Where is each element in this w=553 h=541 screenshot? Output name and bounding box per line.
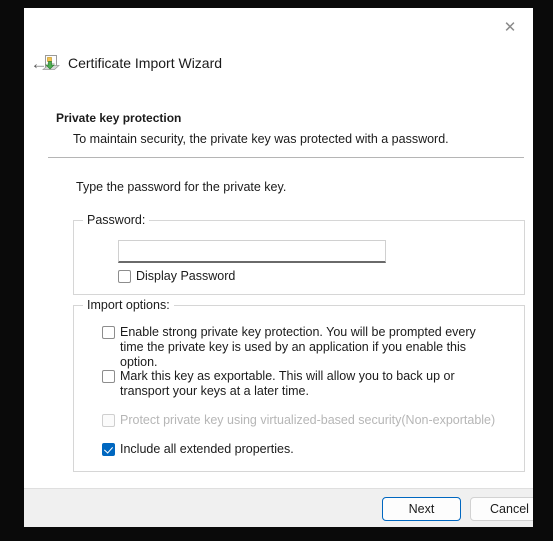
dialog-titlebar: ✕ ← Certificate Import Wizard [24, 8, 533, 84]
checkbox-box-enable-strong-protection[interactable] [102, 326, 115, 339]
dialog-title: Certificate Import Wizard [68, 55, 223, 71]
certificate-import-icon [42, 54, 60, 72]
password-group-legend: Password: [83, 213, 150, 227]
checkbox-enable-strong-protection[interactable]: Enable strong private key protection. Yo… [102, 325, 502, 370]
cancel-button[interactable]: Cancel [470, 497, 533, 521]
checkbox-label-protect-key-vbs: Protect private key using virtualized-ba… [120, 413, 496, 427]
checkbox-label-mark-key-exportable: Mark this key as exportable. This will a… [120, 369, 455, 398]
password-input[interactable] [118, 240, 386, 263]
import-options-group-legend: Import options: [83, 298, 174, 312]
checkbox-label-enable-strong-protection: Enable strong private key protection. Yo… [120, 325, 476, 369]
checkbox-box-mark-key-exportable[interactable] [102, 370, 115, 383]
close-icon[interactable]: ✕ [491, 14, 529, 40]
dialog-footer: Next Cancel [24, 488, 533, 527]
header-divider [48, 157, 524, 158]
wizard-title-row: Certificate Import Wizard [42, 50, 222, 76]
checkbox-display-password[interactable]: Display Password [118, 269, 235, 284]
checkbox-mark-key-exportable[interactable]: Mark this key as exportable. This will a… [102, 369, 507, 399]
checkbox-protect-key-vbs: Protect private key using virtualized-ba… [102, 413, 507, 428]
password-group: Password: Display Password [73, 213, 525, 295]
checkbox-label-display-password: Display Password [136, 269, 236, 283]
instruction-text: Type the password for the private key. [76, 180, 287, 194]
checkbox-label-include-extended-properties: Include all extended properties. [120, 442, 294, 456]
import-options-group: Import options: Enable strong private ke… [73, 298, 525, 472]
checkbox-include-extended-properties[interactable]: Include all extended properties. [102, 442, 507, 457]
checkbox-box-display-password[interactable] [118, 270, 131, 283]
checkbox-box-include-extended-properties[interactable] [102, 443, 115, 456]
page-subheading: To maintain security, the private key wa… [73, 132, 449, 146]
next-button[interactable]: Next [382, 497, 461, 521]
dialog-content: Private key protection To maintain secur… [24, 84, 533, 489]
page-heading: Private key protection [56, 111, 182, 125]
certificate-import-wizard-dialog: ✕ ← Certificate Import Wizard Private ke… [24, 8, 533, 527]
checkbox-box-protect-key-vbs [102, 414, 115, 427]
